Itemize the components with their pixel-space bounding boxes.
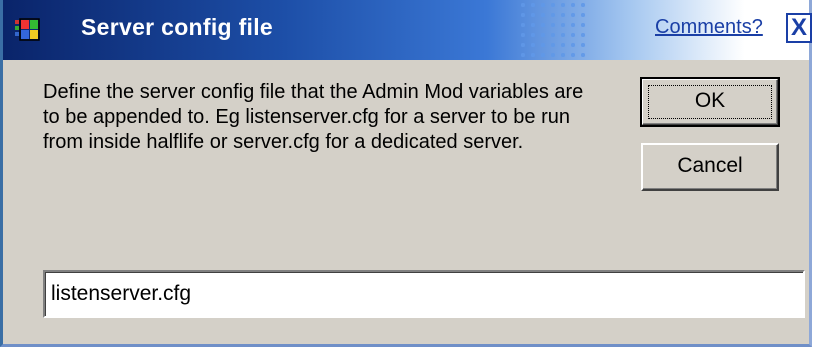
window-title: Server config file bbox=[81, 14, 274, 40]
close-button[interactable]: X bbox=[786, 13, 812, 43]
ok-button[interactable]: OK bbox=[640, 77, 780, 127]
windows-logo-icon bbox=[13, 18, 41, 42]
title-bar[interactable]: Server config file Comments? X bbox=[3, 0, 812, 60]
comments-link[interactable]: Comments? bbox=[655, 16, 763, 39]
cancel-button[interactable]: Cancel bbox=[641, 143, 779, 191]
title-bar-pattern bbox=[518, 0, 588, 60]
close-icon: X bbox=[790, 14, 807, 41]
cancel-button-label: Cancel bbox=[677, 154, 743, 177]
focus-rectangle bbox=[648, 85, 772, 119]
description-text: Define the server config file that the A… bbox=[43, 81, 584, 153]
dialog-window: Server config file Comments? X Define th… bbox=[0, 0, 812, 347]
config-file-input[interactable] bbox=[43, 270, 805, 318]
